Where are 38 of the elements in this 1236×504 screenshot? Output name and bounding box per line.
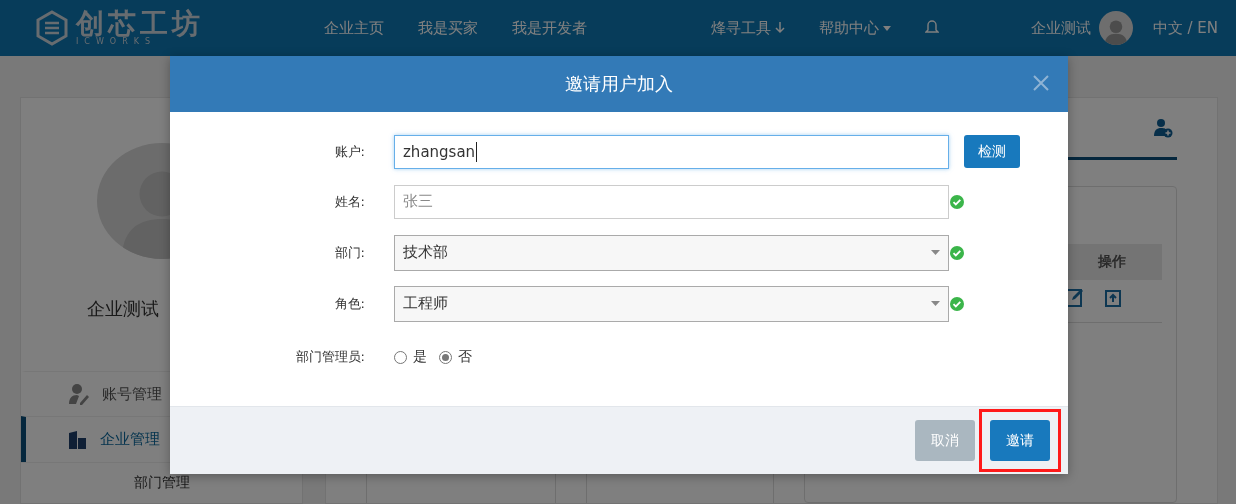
- radio-option[interactable]: 是: [394, 348, 427, 366]
- profile-name: 企业测试: [87, 296, 159, 321]
- nav-link[interactable]: 我是开发者: [512, 18, 587, 38]
- caret-icon: [931, 301, 940, 306]
- input-field[interactable]: 张三: [394, 184, 949, 219]
- select-field[interactable]: 技术部: [394, 234, 949, 271]
- field-label: 部门:: [333, 243, 365, 262]
- cancel-button[interactable]: 取消: [915, 420, 975, 461]
- download-icon: [775, 22, 785, 34]
- column-header: 操作: [1097, 252, 1127, 271]
- bell-icon[interactable]: [925, 20, 939, 36]
- radio-option[interactable]: 否: [439, 348, 472, 366]
- nav-link[interactable]: 烽寻工具: [711, 18, 785, 38]
- caret-icon: [883, 25, 891, 31]
- user-name[interactable]: 企业测试: [1030, 18, 1091, 38]
- caret-icon: [931, 250, 940, 255]
- nav-link[interactable]: 企业主页: [324, 18, 384, 38]
- field-label: 姓名:: [333, 192, 365, 211]
- language-link[interactable]: 中文 / EN: [1152, 18, 1218, 38]
- logo-icon: [34, 10, 70, 46]
- field-label: 账户:: [333, 142, 365, 161]
- invite-button[interactable]: 邀请: [990, 420, 1050, 461]
- field-label: 部门管理员:: [294, 348, 365, 366]
- add-user-icon[interactable]: [1153, 117, 1173, 138]
- user-icon: [68, 383, 90, 406]
- logo-text: 创芯工坊: [76, 10, 204, 38]
- close-button[interactable]: [1032, 74, 1050, 92]
- input-field[interactable]: zhangsan: [394, 134, 949, 169]
- check-button[interactable]: 检测: [964, 135, 1020, 168]
- building-icon: [68, 429, 88, 450]
- select-field[interactable]: 工程师: [394, 285, 949, 322]
- field-label: 角色:: [333, 294, 365, 313]
- dialog-title: 邀请用户加入: [565, 72, 673, 96]
- nav-link[interactable]: 我是买家: [418, 18, 478, 38]
- avatar[interactable]: [1098, 11, 1133, 45]
- upload-icon[interactable]: [1102, 287, 1124, 309]
- logo-subtitle: ICWORKS: [76, 38, 158, 46]
- nav-link[interactable]: 帮助中心: [819, 18, 891, 38]
